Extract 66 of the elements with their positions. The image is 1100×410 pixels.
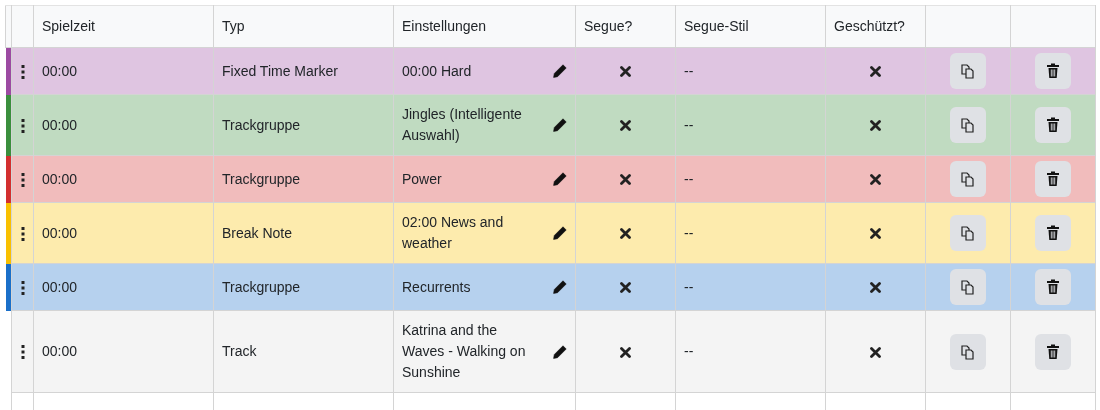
time-cell: 00:00	[33, 155, 214, 203]
type-cell: Fixed Time Marker	[213, 47, 394, 95]
time-cell: 00:00	[33, 94, 214, 156]
copy-icon	[959, 62, 977, 80]
time-cell: 00:00	[33, 263, 214, 311]
trash-icon	[1046, 171, 1060, 187]
edit-icon[interactable]	[553, 344, 567, 359]
segue-style-cell: --	[675, 155, 826, 203]
drag-handle-icon[interactable]	[20, 172, 25, 187]
type-cell: Track	[213, 310, 394, 393]
type-cell: Trackgruppe	[213, 155, 394, 203]
duplicate-button[interactable]	[950, 107, 986, 143]
segue-style-cell: --	[675, 94, 826, 156]
delete-button[interactable]	[1035, 215, 1071, 251]
copy-icon	[959, 342, 977, 361]
edit-icon[interactable]	[553, 64, 567, 78]
time-cell: 00:00	[33, 202, 214, 264]
duplicate-button[interactable]	[950, 161, 986, 197]
column-header: Spielzeit	[33, 5, 214, 48]
type-cell: Trackgruppe	[213, 263, 394, 311]
copy-icon	[959, 224, 977, 242]
delete-button[interactable]	[1035, 107, 1071, 143]
drag-handle-icon[interactable]	[20, 118, 25, 133]
drag-handle-icon[interactable]	[20, 345, 25, 360]
copy-icon	[959, 278, 977, 296]
settings-text: Power	[402, 169, 442, 189]
segue-style-cell: --	[675, 202, 826, 264]
trash-icon	[1046, 117, 1060, 133]
edit-icon[interactable]	[553, 172, 567, 186]
column-header: Segue?	[575, 5, 676, 48]
segue-style-cell: --	[675, 263, 826, 311]
column-header: Typ	[213, 5, 394, 48]
delete-button[interactable]	[1035, 53, 1071, 89]
segue-style-cell: --	[675, 310, 826, 393]
duplicate-button[interactable]	[950, 215, 986, 251]
edit-icon[interactable]	[553, 118, 567, 132]
column-header: Einstellungen	[393, 5, 576, 48]
drag-handle-icon[interactable]	[20, 64, 25, 79]
settings-text: 02:00 News and weather	[402, 213, 505, 253]
trash-icon	[1046, 279, 1060, 295]
edit-icon[interactable]	[553, 280, 567, 294]
duplicate-button[interactable]	[950, 269, 986, 305]
type-cell: Trackgruppe	[213, 94, 394, 156]
settings-text: Katrina and the Waves - Walking on Sunshine	[402, 321, 527, 382]
trash-icon	[1046, 225, 1060, 241]
type-cell: Break Note	[213, 202, 394, 264]
trash-icon	[1046, 343, 1060, 360]
column-header: Segue-Stil	[675, 5, 826, 48]
duplicate-button[interactable]	[950, 333, 986, 370]
delete-button[interactable]	[1035, 269, 1071, 305]
duplicate-button[interactable]	[950, 53, 986, 89]
settings-text: Jingles (Intelligente Auswahl)	[402, 105, 523, 145]
settings-text: Recurrents	[402, 277, 471, 297]
delete-button[interactable]	[1035, 161, 1071, 197]
copy-icon	[959, 116, 977, 134]
time-cell: 00:00	[33, 47, 214, 95]
copy-icon	[959, 170, 977, 188]
time-cell: 00:00	[33, 310, 214, 393]
segue-style-cell: --	[675, 47, 826, 95]
drag-handle-icon[interactable]	[20, 280, 25, 295]
edit-icon[interactable]	[553, 226, 567, 240]
drag-handle-icon[interactable]	[20, 226, 25, 241]
column-header: Geschützt?	[825, 5, 926, 48]
settings-text: 00:00 Hard	[402, 61, 472, 81]
delete-button[interactable]	[1035, 333, 1071, 370]
trash-icon	[1046, 63, 1060, 79]
